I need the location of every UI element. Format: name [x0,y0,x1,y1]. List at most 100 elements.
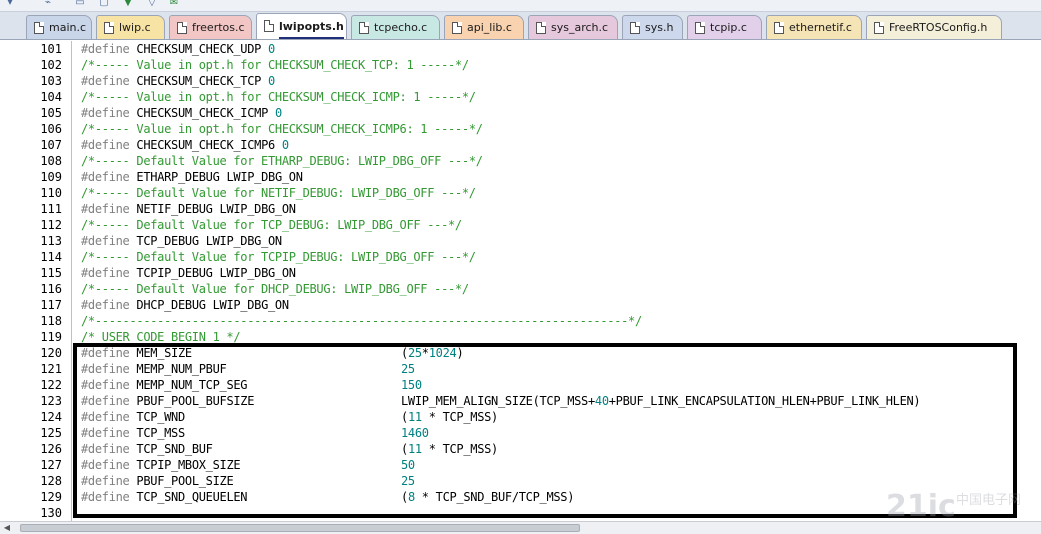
define-keyword: #define [81,74,130,88]
highlight-box [73,343,1017,518]
horizontal-scrollbar[interactable]: ◀ [0,521,1041,534]
tab-freertos-c[interactable]: freertos.c [169,15,252,39]
code-line[interactable]: #define CHECKSUM_CHECK_UDP 0 [81,41,275,57]
code-line[interactable]: #define TCPIP_DEBUG LWIP_DBG_ON [81,265,296,281]
tab-label: main.c [49,21,87,34]
bookmark-icon[interactable]: ⌁ [40,0,56,10]
code-line[interactable]: #define CHECKSUM_CHECK_ICMP6 0 [81,137,289,153]
download-icon[interactable]: ▼ [120,0,136,10]
code-line[interactable]: #define DHCP_DEBUG LWIP_DBG_ON [81,297,289,313]
code-line[interactable]: #define NETIF_DEBUG LWIP_DBG_ON [81,201,296,217]
macro-name: CHECKSUM_CHECK_ICMP [136,106,268,120]
code-line[interactable]: /*----- Default Value for DHCP_DEBUG: LW… [81,281,469,297]
line-number: 102 [40,58,62,72]
tab-sys-h[interactable]: sys.h [622,15,683,39]
define-keyword: #define [81,42,130,56]
line-number: 124 [40,410,62,424]
line-number: 130 [40,506,62,520]
code-line[interactable]: #define ETHARP_DEBUG LWIP_DBG_ON [81,169,303,185]
line-number: 128 [40,474,62,488]
define-keyword: #define [81,138,130,152]
file-icon [695,22,705,34]
svg-text:中国电子网: 中国电子网 [956,493,1021,508]
line-number: 123 [40,394,62,408]
line-number: 115 [40,266,62,280]
file-icon [536,22,546,34]
code-line[interactable]: /*----- Default Value for NETIF_DEBUG: L… [81,185,476,201]
tab-sys-arch-c[interactable]: sys_arch.c [528,15,618,39]
filter-icon[interactable]: ▽ [144,0,160,10]
line-number: 121 [40,362,62,376]
toolbar: ▾ ⌁ ▭ ▢ ▼ ▽ ✉ [0,0,1041,12]
define-keyword: #define [81,266,130,280]
macro-name: CHECKSUM_CHECK_ICMP6 [136,138,275,152]
line-number: 105 [40,106,62,120]
macro-name: CHECKSUM_CHECK_UDP [136,42,262,56]
macro-value: LWIP_DBG_ON [205,234,282,248]
line-number: 122 [40,378,62,392]
tab-label: sys_arch.c [551,21,609,34]
file-icon [177,22,187,34]
macro-value: LWIP_DBG_ON [219,266,296,280]
line-number: 107 [40,138,62,152]
tab-ethernetif-c[interactable]: ethernetif.c [766,15,862,39]
define-keyword: #define [81,170,130,184]
bookmark-clear-icon[interactable]: ▭ [72,0,88,10]
tab-tcpecho-c[interactable]: tcpecho.c [351,15,440,39]
line-number: 104 [40,90,62,104]
macro-value: LWIP_DBG_ON [226,170,303,184]
line-number: 109 [40,170,62,184]
tab-freertosconfig-h[interactable]: FreeRTOSConfig.h [866,15,1002,39]
macro-value: 0 [268,74,275,88]
code-line[interactable]: /*----- Value in opt.h for CHECKSUM_CHEC… [81,89,476,105]
code-line[interactable]: /*--------------------------------------… [81,313,642,329]
tab-lwipopts-h[interactable]: lwipopts.h [256,13,347,39]
gutter-separator [71,41,72,521]
line-number: 117 [40,298,62,312]
scroll-left-arrow-icon[interactable]: ◀ [2,523,12,533]
code-line[interactable]: /*----- Default Value for ETHARP_DEBUG: … [81,153,483,169]
line-number: 108 [40,154,62,168]
tab-tcpip-c[interactable]: tcpip.c [687,15,762,39]
code-line[interactable]: #define CHECKSUM_CHECK_ICMP 0 [81,105,282,121]
macro-value: 0 [281,138,289,152]
line-number: 110 [40,186,62,200]
copy-icon[interactable]: ▢ [96,0,112,10]
tab-label: lwip.c [119,21,151,34]
tab-api-lib-c[interactable]: api_lib.c [444,15,524,39]
line-number: 129 [40,490,62,504]
macro-name: TCPIP_DEBUG [136,266,213,280]
tab-label: ethernetif.c [789,21,852,34]
line-number: 116 [40,282,62,296]
line-number: 112 [40,218,62,232]
scrollbar-thumb[interactable] [20,524,580,532]
code-editor[interactable]: 101 102 103 104 105 106 107 108 109 110 111 112 113 1… [0,41,1041,521]
file-icon [774,22,784,34]
tab-lwip-c[interactable]: lwip.c [96,15,165,39]
mail-icon[interactable]: ✉ [166,0,182,10]
tab-main-c[interactable]: main.c [26,15,92,39]
code-line[interactable]: #define TCP_DEBUG LWIP_DBG_ON [81,233,282,249]
code-line[interactable]: /*----- Default Value for TCPIP_DEBUG: L… [81,249,476,265]
line-number: 114 [40,250,62,264]
code-line[interactable]: /*----- Value in opt.h for CHECKSUM_CHEC… [81,57,469,73]
code-line[interactable]: /*----- Default Value for TCP_DEBUG: LWI… [81,217,462,233]
line-number: 126 [40,442,62,456]
file-icon [630,22,640,34]
file-icon [104,22,114,34]
line-number: 106 [40,122,62,136]
tab-label: FreeRTOSConfig.h [889,21,988,34]
code-line[interactable]: /*----- Value in opt.h for CHECKSUM_CHEC… [81,121,483,137]
file-icon [452,22,462,34]
macro-name: ETHARP_DEBUG [136,170,220,184]
site-watermark-logo: 21ic 中国电子网 [886,489,1021,524]
dropdown-icon[interactable]: ▾ [2,0,18,10]
tab-label: api_lib.c [467,21,512,34]
macro-name: TCP_DEBUG [136,234,199,248]
define-keyword: #define [81,234,130,248]
tab-label: tcpip.c [710,21,747,34]
file-icon [874,22,884,34]
tab-label: lwipopts.h [279,17,344,39]
code-line[interactable]: #define CHECKSUM_CHECK_TCP 0 [81,73,275,89]
macro-value: 0 [274,106,282,120]
